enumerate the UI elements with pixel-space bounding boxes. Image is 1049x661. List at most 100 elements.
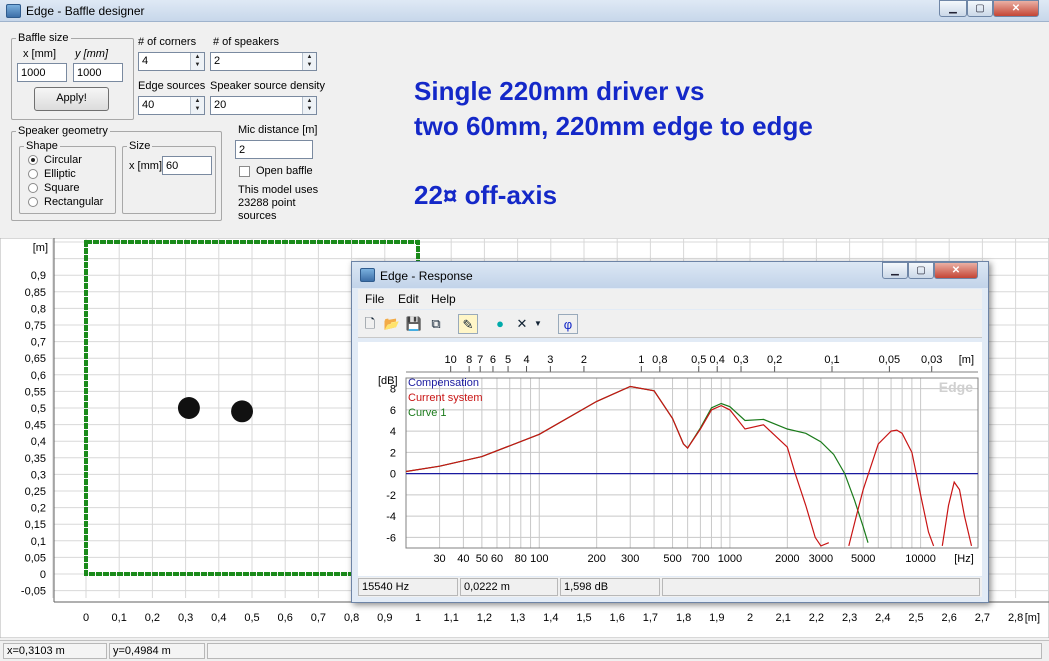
x-tick-label: 0,8	[344, 612, 359, 624]
y-tick-label: 0,55	[25, 386, 46, 398]
x-tick-label: 2	[747, 612, 753, 624]
spin-arrows-icon[interactable]: ▲ ▼	[302, 97, 316, 114]
x-tick-label: 1,6	[610, 612, 625, 624]
y-tick-label: 0	[40, 569, 46, 581]
spin-arrows-icon[interactable]: ▲ ▼	[190, 53, 204, 70]
series-line-current-system	[405, 385, 830, 547]
x-tick-label: 1,5	[576, 612, 591, 624]
status-x: x=0,3103 m	[3, 643, 107, 659]
baffle-x-label: x [mm]	[23, 48, 56, 60]
x-tick-label: 0,7	[311, 612, 326, 624]
minimize-button[interactable]: ▁	[939, 0, 967, 17]
corners-stepper[interactable]: 4 ▲ ▼	[138, 52, 205, 71]
shape-radio-square[interactable]	[28, 183, 38, 193]
edge-sources-stepper[interactable]: 40 ▲ ▼	[138, 96, 205, 115]
window-title: Edge - Baffle designer	[26, 4, 145, 18]
y-tick-label: -6	[386, 532, 396, 544]
shape-radio-circular[interactable]	[28, 155, 38, 165]
y-tick-label: 0	[390, 469, 396, 481]
mic-icon[interactable]: ●	[490, 314, 510, 334]
app-icon	[6, 4, 21, 18]
top-tick-label: 1	[638, 354, 644, 366]
minimize-icon: ▁	[891, 265, 899, 276]
y-tick-label: 0,5	[31, 403, 46, 415]
menu-help[interactable]: Help	[431, 292, 456, 306]
top-tick-label: 6	[490, 354, 496, 366]
mic-distance-input[interactable]	[235, 140, 313, 159]
shape-radio-elliptic[interactable]	[28, 169, 38, 179]
y-tick-label: 0,05	[25, 552, 46, 564]
x-tick-label: 700	[691, 553, 709, 565]
response-status-bar: 15540 Hz 0,0222 m 1,598 dB	[358, 577, 982, 597]
x-tick-label: 1,1	[444, 612, 459, 624]
baffle-x-input[interactable]	[17, 63, 67, 82]
x-tick-label: 2,5	[908, 612, 923, 624]
speaker-geometry-legend: Speaker geometry	[18, 125, 108, 137]
response-close-button[interactable]: ✕	[934, 262, 978, 279]
delete-icon[interactable]: ✕	[512, 314, 532, 334]
response-window[interactable]: Edge - Response ▁ ▢ ✕ File Edit Help 🗋 📂…	[351, 261, 989, 603]
x-tick-label: 1,7	[643, 612, 658, 624]
shape-label-circular: Circular	[44, 154, 82, 166]
response-maximize-button[interactable]: ▢	[908, 262, 934, 279]
phase-icon[interactable]: φ	[558, 314, 578, 334]
response-chart[interactable]: 8 6 4 2 0 -2 -4 -6 [dB] 30 40 50 60 80 100 200 300 500 700…	[358, 342, 982, 576]
x-tick-label: 2,1	[776, 612, 791, 624]
status-empty	[207, 643, 1042, 659]
new-icon[interactable]: 🗋	[360, 314, 380, 334]
plot-frame	[405, 377, 979, 549]
size-x-label: x [mm]	[129, 160, 162, 172]
model-note-line2: 23288 point	[238, 197, 296, 209]
legend-entry: Current system	[408, 392, 483, 404]
x-tick-label: 500	[663, 553, 681, 565]
response-status-empty	[662, 578, 980, 596]
response-title: Edge - Response	[380, 269, 473, 283]
copy-icon[interactable]: ⧉	[426, 314, 446, 334]
y-axis-label: [dB]	[378, 375, 398, 387]
edge-watermark: Edge	[939, 379, 973, 395]
x-tick-label: 200	[587, 553, 605, 565]
top-tick-label: 10	[445, 354, 457, 366]
y-tick-label: 6	[390, 405, 396, 417]
response-minimize-button[interactable]: ▁	[882, 262, 908, 279]
model-note-line3: sources	[238, 210, 277, 222]
open-baffle-label: Open baffle	[256, 165, 313, 177]
x-tick-label: 60	[491, 553, 503, 565]
annotation-line2: two 60mm, 220mm edge to edge	[414, 111, 813, 141]
x-axis-label: [Hz]	[954, 553, 974, 565]
speaker-driver-1[interactable]	[177, 397, 200, 419]
top-tick-label: 0,8	[652, 354, 667, 366]
y-tick-label: 0,35	[25, 453, 46, 465]
speakers-label: # of speakers	[213, 36, 280, 48]
pen-icon[interactable]: ✎	[458, 314, 478, 334]
apply-button[interactable]: Apply!	[34, 87, 109, 111]
shape-radio-rectangular[interactable]	[28, 197, 38, 207]
x-tick-label: 300	[621, 553, 639, 565]
top-tick-label: 8	[466, 354, 472, 366]
dropdown-icon[interactable]: ▼	[532, 314, 544, 334]
maximize-button[interactable]: ▢	[967, 0, 993, 17]
spin-arrows-icon[interactable]: ▲ ▼	[190, 97, 204, 114]
menu-edit[interactable]: Edit	[398, 292, 419, 306]
open-baffle-checkbox[interactable]	[239, 166, 250, 177]
save-icon[interactable]: 💾	[404, 314, 424, 334]
size-x-input[interactable]	[162, 156, 212, 175]
speakers-stepper[interactable]: 2 ▲ ▼	[210, 52, 317, 71]
top-tick-label: 5	[505, 354, 511, 366]
density-stepper[interactable]: 20 ▲ ▼	[210, 96, 317, 115]
speaker-driver-2[interactable]	[231, 400, 253, 423]
y-tick-label: 0,65	[25, 353, 46, 365]
close-button[interactable]: ✕	[993, 0, 1039, 17]
y-tick-label: -4	[386, 511, 396, 523]
y-tick-label: 0,7	[31, 337, 46, 349]
shape-label-rectangular: Rectangular	[44, 196, 104, 208]
density-label: Speaker source density	[210, 80, 325, 92]
open-icon[interactable]: 📂	[382, 314, 402, 334]
baffle-y-input[interactable]	[73, 63, 123, 82]
response-menu-bar: File Edit Help	[358, 289, 982, 309]
response-title-bar: Edge - Response ▁ ▢ ✕	[352, 262, 988, 288]
menu-file[interactable]: File	[365, 292, 384, 306]
top-tick-label: 0,05	[879, 354, 900, 366]
size-legend: Size	[129, 140, 151, 152]
spin-arrows-icon[interactable]: ▲ ▼	[302, 53, 316, 70]
